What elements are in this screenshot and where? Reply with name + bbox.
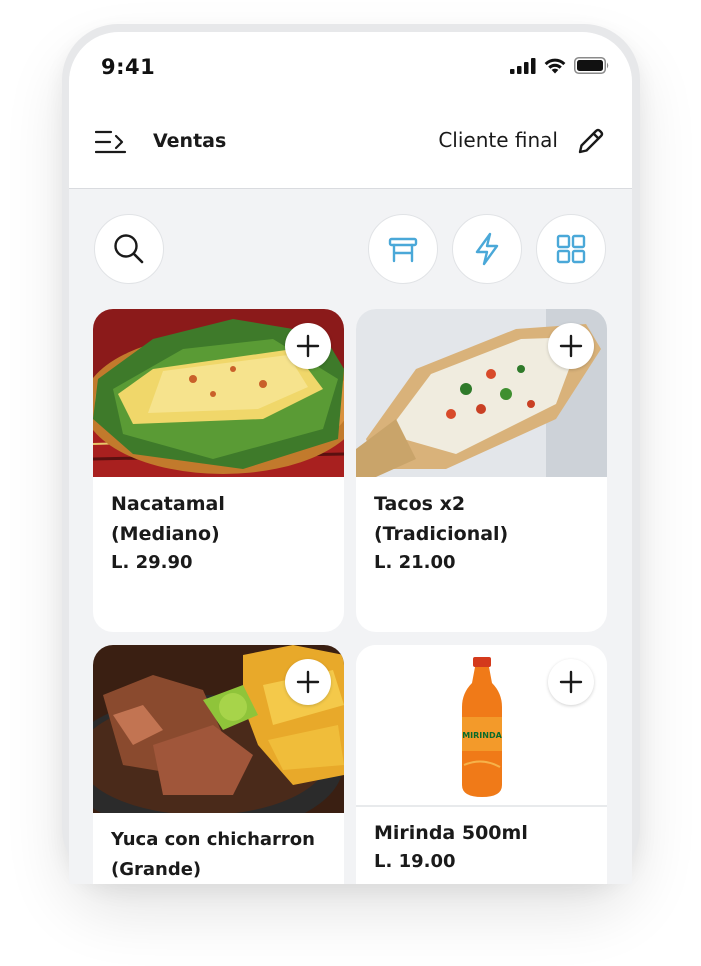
plus-icon [296,334,320,358]
status-icons [510,57,610,74]
lightning-icon [475,232,499,266]
plus-icon [559,670,583,694]
plus-icon [559,334,583,358]
status-time: 9:41 [101,55,156,79]
add-to-cart-button[interactable] [548,659,594,705]
product-card[interactable]: Nacatamal (Mediano) L. 29.90 [93,309,344,632]
menu-toggle-icon[interactable] [95,128,127,156]
app-header: Ventas Cliente final [69,102,632,189]
add-to-cart-button[interactable] [548,323,594,369]
product-card[interactable]: Yuca con chicharron (Grande) [93,645,344,884]
edit-client-pencil-icon[interactable] [576,126,606,156]
search-button[interactable] [94,214,164,284]
add-to-cart-button[interactable] [285,323,331,369]
page-title: Ventas [153,130,227,152]
client-selector[interactable]: Cliente final [438,128,558,152]
product-price: L. 29.90 [111,552,193,573]
product-name: Mirinda 500ml [374,822,528,844]
quick-sale-button[interactable] [452,214,522,284]
product-name: Nacatamal (Mediano) [111,493,225,545]
add-to-cart-button[interactable] [285,659,331,705]
product-name: Yuca con chicharron (Grande) [111,829,315,880]
table-icon [388,237,418,263]
bottle-label: MIRINDA [462,731,502,740]
signal-icon [510,57,536,74]
grid-view-button[interactable] [536,214,606,284]
product-price: L. 21.00 [374,552,456,573]
product-card[interactable]: MIRINDA Mirinda 500ml L. 19.00 [356,645,607,884]
search-icon [114,234,144,264]
tables-button[interactable] [368,214,438,284]
phone-frame: 9:41 Ventas Cliente final Nacatamal (Med… [62,24,640,884]
status-bar: 9:41 [69,32,632,102]
app-screen: 9:41 Ventas Cliente final Nacatamal (Med… [69,32,632,884]
plus-icon [296,670,320,694]
grid-icon [556,234,586,264]
product-name: Tacos x2 (Tradicional) [374,493,509,545]
product-price: L. 19.00 [374,851,456,872]
battery-icon [574,57,609,74]
product-card[interactable]: Tacos x2 (Tradicional) L. 21.00 [356,309,607,632]
wifi-icon [544,58,566,74]
